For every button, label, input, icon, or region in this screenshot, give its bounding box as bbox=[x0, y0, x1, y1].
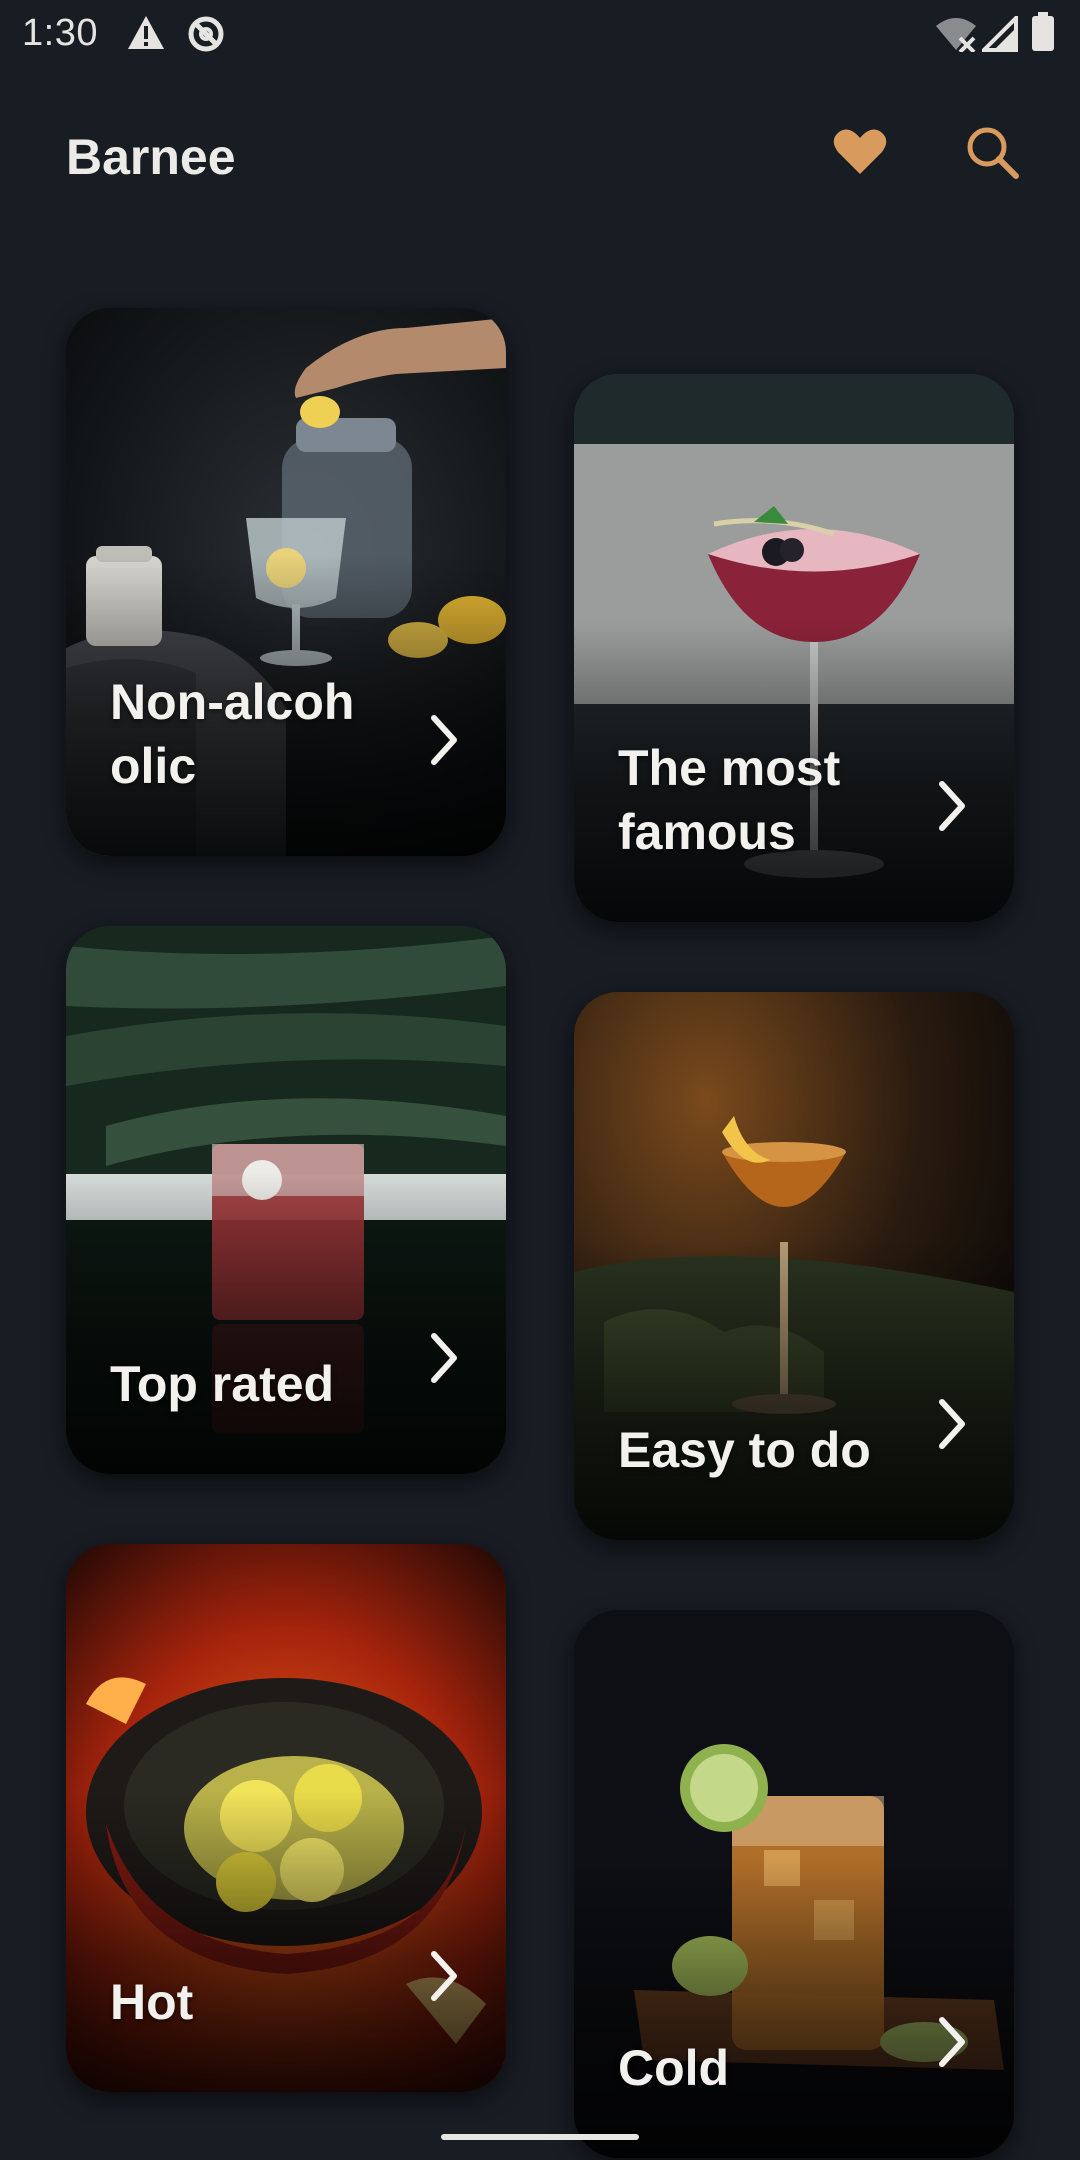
battery-icon bbox=[1030, 12, 1056, 57]
wifi-off-icon bbox=[934, 16, 978, 57]
category-label: Cold bbox=[618, 2040, 730, 2096]
chevron-right-icon bbox=[431, 1951, 457, 2001]
category-label: The most famous bbox=[618, 740, 841, 860]
category-card-cold[interactable]: Cold bbox=[574, 1610, 1014, 2158]
category-label: Top rated bbox=[110, 1356, 335, 1412]
app-title: Barnee bbox=[66, 129, 236, 185]
category-label: Hot bbox=[110, 1974, 194, 2030]
chevron-right-icon bbox=[939, 2017, 965, 2067]
category-label: Easy to do bbox=[618, 1422, 871, 1478]
search-button[interactable] bbox=[952, 114, 1032, 194]
category-label: Non-alcoh olic bbox=[110, 674, 355, 794]
category-card-the-most-famous[interactable]: The most famous bbox=[574, 374, 1014, 922]
search-icon bbox=[964, 124, 1020, 185]
chevron-right-icon bbox=[431, 1333, 457, 1383]
chevron-right-icon bbox=[939, 781, 965, 831]
sync-disabled-icon bbox=[186, 14, 226, 59]
category-card-top-rated[interactable]: Top rated bbox=[66, 926, 506, 1474]
status-bar: 1:30 bbox=[0, 0, 1080, 66]
signal-icon bbox=[979, 13, 1018, 57]
chevron-right-icon bbox=[431, 715, 457, 765]
warning-icon bbox=[126, 14, 166, 57]
category-card-hot[interactable]: Hot bbox=[66, 1544, 506, 2092]
heart-icon bbox=[833, 128, 887, 181]
category-card-non-alcoholic[interactable]: Non-alcoh olic bbox=[66, 308, 506, 856]
category-card-easy-to-do[interactable]: Easy to do bbox=[574, 992, 1014, 1540]
status-time: 1:30 bbox=[22, 12, 98, 54]
home-indicator[interactable] bbox=[441, 2134, 639, 2140]
chevron-right-icon bbox=[939, 1399, 965, 1449]
favorites-button[interactable] bbox=[820, 114, 900, 194]
